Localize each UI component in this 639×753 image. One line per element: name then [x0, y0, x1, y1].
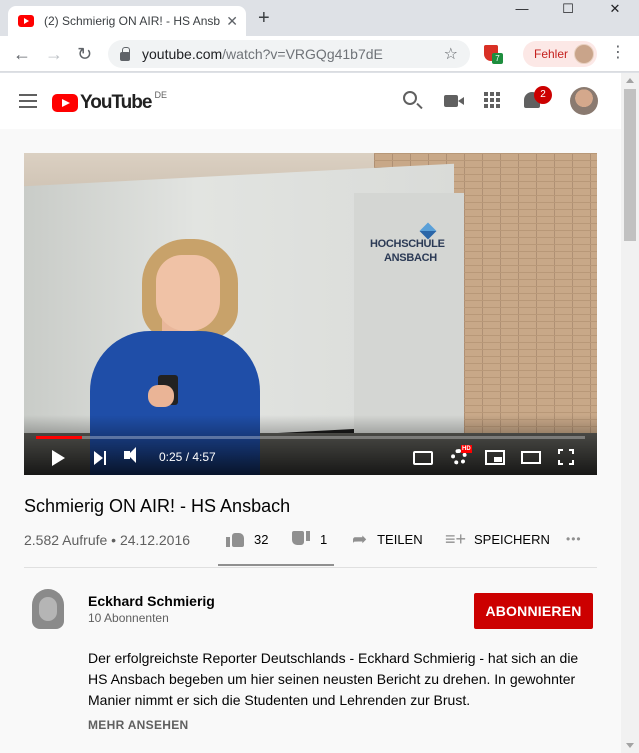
profile-error-label: Fehler [534, 47, 569, 61]
subscribe-button[interactable]: ABONNIEREN [474, 593, 593, 629]
search-icon[interactable] [403, 91, 417, 105]
close-window-button[interactable]: ✕ [592, 0, 638, 20]
sign-line-2: ANSBACH [384, 252, 437, 264]
youtube-favicon-icon [18, 15, 34, 27]
divider [24, 567, 597, 568]
url-path: /watch?v=VRGQg41b7dE [222, 46, 383, 62]
youtube-header: YouTube DE 2 [0, 73, 621, 129]
minimize-button[interactable]: — [499, 0, 545, 20]
miniplayer-icon[interactable] [485, 450, 505, 465]
profile-avatar [574, 44, 594, 64]
video-person-face [156, 255, 220, 331]
notification-count-badge: 2 [534, 86, 552, 104]
thumbs-up-icon [226, 531, 244, 547]
scroll-up-icon[interactable] [626, 78, 634, 83]
address-bar[interactable]: youtube.com /watch?v=VRGQg41b7dE ☆ [108, 40, 470, 68]
lock-icon[interactable] [120, 46, 130, 61]
subtitles-icon[interactable] [413, 451, 433, 465]
video-player[interactable]: HOCHSCHULE ANSBACH 0:25 / 4:57 HD [24, 153, 597, 475]
sentiment-bar [218, 564, 334, 566]
time-display: 0:25 / 4:57 [159, 450, 216, 464]
page-scrollbar[interactable] [621, 73, 639, 753]
share-icon: ➦ [352, 528, 368, 549]
browser-menu-icon[interactable]: ⋮ [610, 45, 626, 61]
playlist-add-icon: ≡+ [445, 528, 467, 549]
back-button[interactable]: ← [13, 44, 31, 64]
video-description: Der erfolgreichste Reporter Deutschlands… [88, 650, 579, 708]
video-building-corner [354, 193, 464, 438]
like-button[interactable]: 32 [226, 524, 268, 554]
more-dots-icon: ••• [566, 532, 582, 546]
youtube-play-icon [52, 94, 78, 112]
building-sign: HOCHSCHULE ANSBACH [370, 237, 445, 265]
hamburger-menu-icon[interactable] [19, 94, 37, 108]
tab-strip: (2) Schmierig ON AIR! - HS Ansba ✕ + — ☐… [0, 0, 639, 36]
dislike-count: 1 [320, 531, 328, 547]
theater-mode-icon[interactable] [521, 451, 541, 464]
fullscreen-icon[interactable] [558, 449, 574, 465]
bookmark-star-icon[interactable]: ☆ [444, 44, 458, 64]
controls-gradient [24, 415, 597, 475]
show-more-button[interactable]: MEHR ANSEHEN [88, 718, 189, 732]
youtube-page: YouTube DE 2 HOCHSCHULE ANSBACH 0:25 / 4… [0, 73, 621, 753]
hd-badge: HD [461, 445, 472, 453]
share-button[interactable]: ➦ TEILEN [352, 524, 423, 554]
youtube-logo[interactable]: YouTube DE [52, 90, 167, 114]
play-icon[interactable] [52, 450, 65, 466]
sign-line-1: HOCHSCHULE [370, 238, 445, 250]
save-button[interactable]: ≡+ SPEICHERN [445, 524, 550, 554]
forward-button[interactable]: → [45, 44, 63, 64]
browser-tab[interactable]: (2) Schmierig ON AIR! - HS Ansba ✕ [8, 6, 246, 36]
create-video-icon[interactable] [444, 95, 464, 107]
progress-bar[interactable] [36, 436, 585, 439]
apps-grid-icon[interactable] [484, 92, 500, 108]
extension-button[interactable]: 7 [484, 45, 503, 64]
scrollbar-thumb[interactable] [624, 89, 636, 241]
youtube-wordmark: YouTube [80, 92, 152, 113]
browser-toolbar: ← → ↻ youtube.com /watch?v=VRGQg41b7dE ☆… [0, 36, 639, 72]
avatar-face [39, 597, 57, 621]
new-tab-button[interactable]: + [258, 7, 270, 29]
like-count: 32 [254, 531, 269, 547]
volume-icon[interactable] [124, 447, 136, 463]
share-label: TEILEN [377, 531, 423, 547]
more-actions-button[interactable]: ••• [566, 524, 582, 554]
scroll-down-icon[interactable] [626, 743, 634, 748]
subscriber-count: 10 Abonnenten [88, 611, 169, 625]
maximize-button[interactable]: ☐ [545, 0, 591, 20]
extension-badge: 7 [492, 53, 503, 64]
url-host: youtube.com [142, 46, 223, 62]
user-avatar[interactable] [570, 87, 598, 115]
dislike-button[interactable]: 1 [292, 524, 327, 554]
tab-title: (2) Schmierig ON AIR! - HS Ansba [44, 14, 221, 28]
channel-avatar[interactable] [24, 585, 72, 633]
save-label: SPEICHERN [474, 531, 550, 547]
video-title: Schmierig ON AIR! - HS Ansbach [24, 496, 291, 516]
progress-fill [36, 436, 83, 439]
reload-button[interactable]: ↻ [77, 44, 92, 64]
browser-window: (2) Schmierig ON AIR! - HS Ansba ✕ + — ☐… [0, 0, 639, 753]
channel-name[interactable]: Eckhard Schmierig [88, 593, 215, 609]
thumbs-down-icon [292, 531, 310, 547]
next-icon[interactable] [94, 451, 106, 465]
video-hand [148, 385, 174, 407]
profile-error-button[interactable]: Fehler [523, 41, 597, 67]
video-meta: 2.582 Aufrufe • 24.12.2016 [24, 532, 191, 548]
tab-close-icon[interactable]: ✕ [226, 13, 238, 30]
country-code: DE [154, 90, 167, 100]
